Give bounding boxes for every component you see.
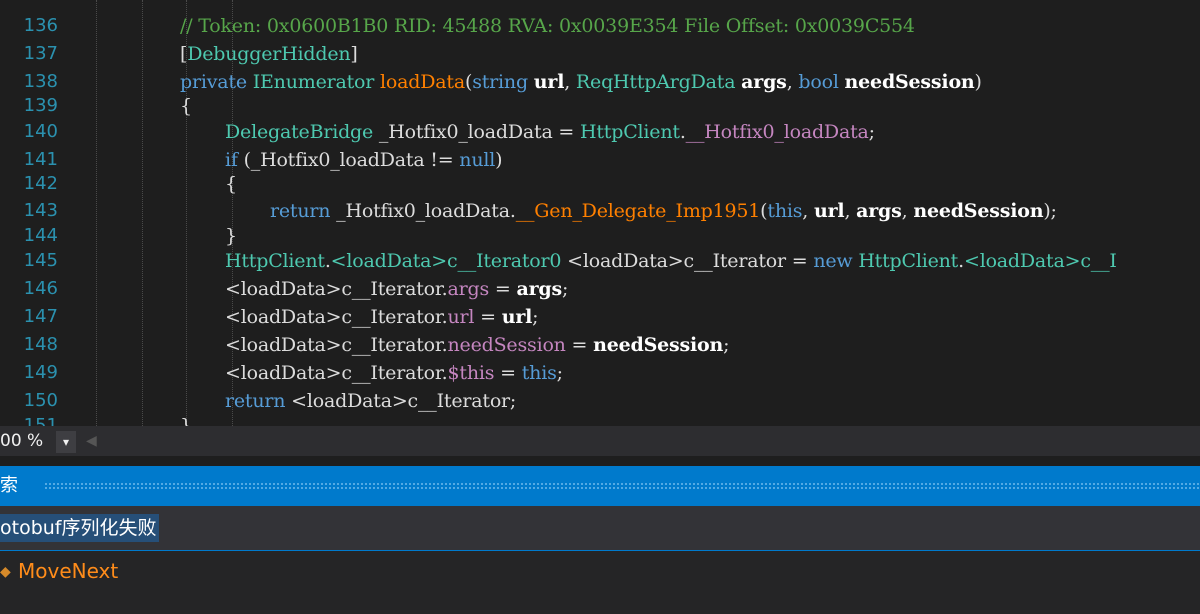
horizontal-scrollbar[interactable] xyxy=(100,434,1200,448)
code-text: <loadData>c__Iterator.args = args; xyxy=(225,278,569,300)
line-number: 151 xyxy=(23,415,58,426)
code-text: [DebuggerHidden] xyxy=(180,43,358,65)
search-panel-titlebar[interactable]: 索 xyxy=(0,466,1200,506)
code-line[interactable]: 148 <loadData>c__Iterator.needSession = n… xyxy=(0,331,1200,359)
search-input-row: otobuf序列化失败 xyxy=(0,506,1200,551)
line-number: 136 xyxy=(23,15,58,36)
line-number: 148 xyxy=(23,334,58,355)
code-line[interactable]: 147 <loadData>c__Iterator.url = url; xyxy=(0,303,1200,331)
line-number: 140 xyxy=(23,121,58,142)
line-number: 139 xyxy=(23,95,58,116)
line-number: 146 xyxy=(23,278,58,299)
code-text: <loadData>c__Iterator.url = url; xyxy=(225,306,539,328)
line-number: 143 xyxy=(23,200,58,221)
search-input[interactable]: otobuf序列化失败 xyxy=(0,514,159,542)
zoom-dropdown-button[interactable]: ▾ xyxy=(56,431,76,453)
code-line[interactable]: 145 HttpClient.<loadData>c__Iterator0 <lo… xyxy=(0,247,1200,275)
chevron-down-icon: ▾ xyxy=(62,435,70,449)
code-line[interactable]: 146 <loadData>c__Iterator.args = args; xyxy=(0,275,1200,303)
code-line[interactable]: 140 DelegateBridge _Hotfix0_loadData = Ht… xyxy=(0,118,1200,146)
code-text: return <loadData>c__Iterator; xyxy=(225,390,517,412)
code-text: DelegateBridge _Hotfix0_loadData = HttpC… xyxy=(225,121,875,143)
code-line[interactable]: 150 return <loadData>c__Iterator; xyxy=(0,387,1200,415)
code-text: return _Hotfix0_loadData.__Gen_Delegate_… xyxy=(270,200,1057,222)
code-line[interactable]: 137 [DebuggerHidden] xyxy=(0,40,1200,68)
code-line[interactable]: 135 xyxy=(0,0,1200,8)
zoom-level[interactable]: 00 % xyxy=(0,426,48,456)
code-line[interactable]: 139 { xyxy=(0,92,1200,120)
code-text: { xyxy=(225,173,237,195)
line-number: 137 xyxy=(23,43,58,64)
line-number: 135 xyxy=(0,0,58,8)
search-results: ◆ MoveNext xyxy=(0,551,1200,614)
code-line[interactable]: 143 return _Hotfix0_loadData.__Gen_Delega… xyxy=(0,197,1200,225)
code-text: HttpClient.<loadData>c__Iterator0 <loadD… xyxy=(225,250,1117,272)
code-text: <loadData>c__Iterator.needSession = need… xyxy=(225,334,730,356)
code-text: // Token: 0x0600B1B0 RID: 45488 RVA: 0x0… xyxy=(180,15,915,37)
line-number: 149 xyxy=(23,362,58,383)
code-editor[interactable]: 135 136 // Token: 0x0600B1B0 RID: 45488 RV… xyxy=(0,0,1200,426)
line-number: 144 xyxy=(23,225,58,246)
code-line[interactable]: 142 { xyxy=(0,170,1200,198)
line-number: 142 xyxy=(23,173,58,194)
search-panel-title: 索 xyxy=(0,475,18,496)
scroll-left-icon[interactable]: ◀ xyxy=(86,432,98,450)
code-line[interactable]: 136 // Token: 0x0600B1B0 RID: 45488 RVA: … xyxy=(0,12,1200,40)
result-item-label: MoveNext xyxy=(18,559,119,583)
code-text: { xyxy=(180,95,192,117)
line-number: 145 xyxy=(23,250,58,271)
code-line[interactable]: 144} xyxy=(0,222,1200,250)
zoom-bar: 00 % ▾ ◀ xyxy=(0,426,1200,456)
method-icon: ◆ xyxy=(0,564,11,580)
code-line[interactable]: 149 <loadData>c__Iterator.$this = this; xyxy=(0,359,1200,387)
code-text: } xyxy=(225,225,237,247)
code-text: } xyxy=(180,415,192,426)
line-number: 147 xyxy=(23,306,58,327)
line-number: 150 xyxy=(23,390,58,411)
code-text: <loadData>c__Iterator.$this = this; xyxy=(225,362,563,384)
titlebar-grip xyxy=(44,482,1200,490)
code-line[interactable]: 151} xyxy=(0,412,1200,426)
